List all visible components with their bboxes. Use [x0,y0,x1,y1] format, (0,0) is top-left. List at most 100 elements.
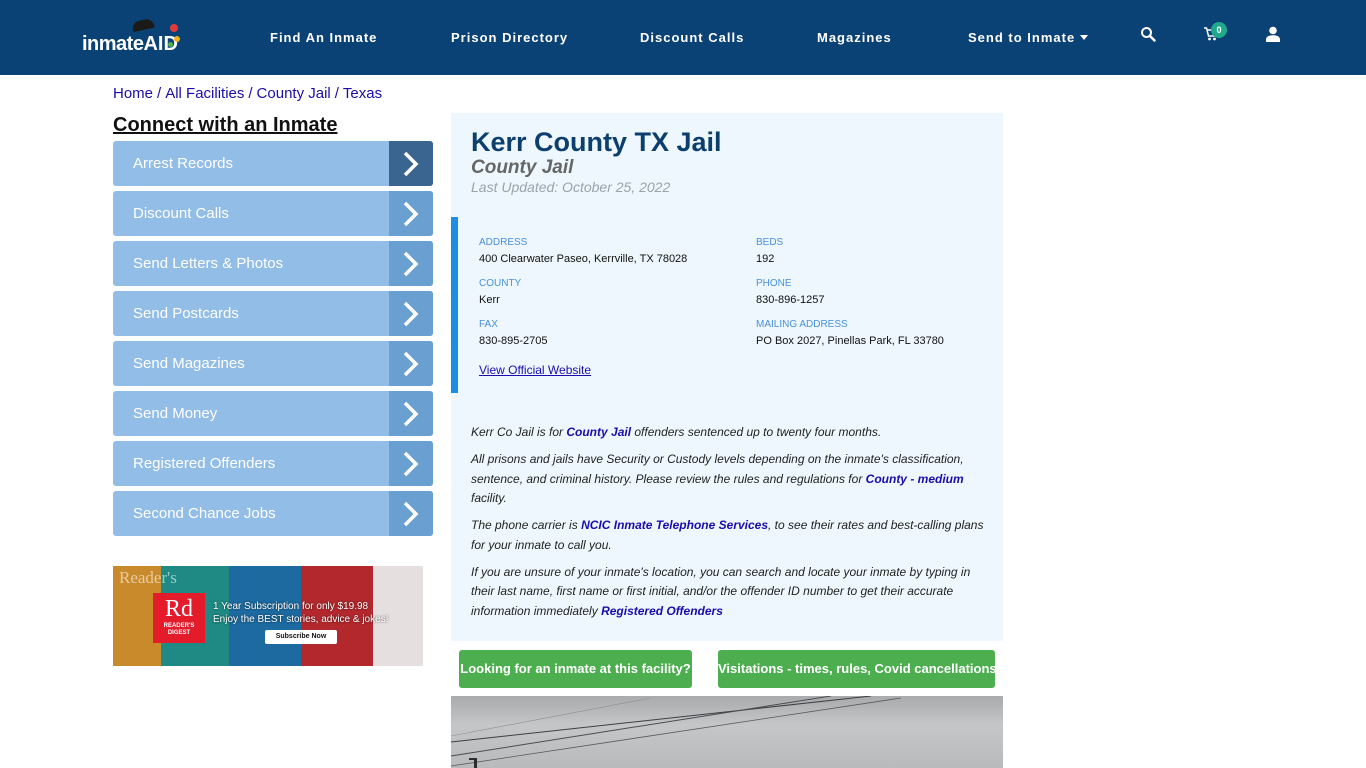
nav-magazines[interactable]: Magazines [817,30,892,46]
view-official-website-link[interactable]: View Official Website [479,363,591,377]
logo-decoration [174,36,180,42]
nav-send-to-inmate-label: Send to Inmate [968,30,1076,45]
rd-name: READER'S DIGEST [163,623,195,636]
user-icon[interactable] [1266,26,1288,48]
sidebar-item-label: Registered Offenders [133,455,276,472]
facility-title: Kerr County TX Jail [471,127,722,157]
subscribe-now-button[interactable]: Subscribe Now [265,630,337,644]
search-icon[interactable] [1140,26,1162,48]
chevron-right-icon [389,391,433,436]
ad-masthead: Reader's [119,568,177,587]
breadcrumb-county-jail[interactable]: County Jail [257,85,331,102]
cart-count-badge: 0 [1211,22,1227,38]
nav-find-an-inmate[interactable]: Find An Inmate [270,30,377,46]
chevron-right-icon [389,141,433,186]
facility-info-box: ADDRESS 400 Clearwater Paseo, Kerrville,… [451,217,1003,393]
mailing-address-value: PO Box 2027, Pinellas Park, FL 33780 [756,335,944,347]
county-medium-link[interactable]: County - medium [866,472,964,486]
sidebar-item-discount-calls[interactable]: Discount Calls [113,191,433,236]
ad-tagline: Enjoy the BEST stories, advice & jokes! [213,614,389,625]
graduation-hat-icon [131,17,155,33]
sidebar-item-label: Send Money [133,405,218,422]
sidebar-item-label: Send Magazines [133,355,245,372]
nav-prison-directory[interactable]: Prison Directory [451,30,568,46]
phone-label: PHONE [756,278,792,289]
beds-field: BEDS 192 [756,237,783,266]
sidebar-item-send-money[interactable]: Send Money [113,391,433,436]
breadcrumb-texas[interactable]: Texas [343,85,382,102]
address-field: ADDRESS 400 Clearwater Paseo, Kerrville,… [479,237,687,266]
logo-decoration [170,24,178,32]
description-paragraph: The phone carrier is NCIC Inmate Telepho… [471,516,989,555]
facility-photo [451,696,1003,768]
logo-decoration [168,42,173,47]
breadcrumb-separator: / [157,85,162,102]
text: facility. [471,491,507,505]
caret-down-icon [1080,35,1089,41]
breadcrumb-home[interactable]: Home [113,85,153,102]
phone-field: PHONE 830-896-1257 [756,278,825,307]
readers-digest-logo: Rd READER'S DIGEST [153,593,205,643]
breadcrumb-all-facilities[interactable]: All Facilities [165,85,244,102]
breadcrumb: Home / All Facilities / County Jail / Texas [113,85,382,103]
text: offenders sentenced up to twenty four mo… [631,425,882,439]
sidebar-item-label: Discount Calls [133,205,229,222]
facility-description: Kerr Co Jail is for County Jail offender… [471,423,989,629]
chevron-right-icon [389,291,433,336]
breadcrumb-separator: / [248,85,253,102]
description-paragraph: If you are unsure of your inmate's locat… [471,563,989,622]
nav-discount-calls[interactable]: Discount Calls [640,30,744,46]
sidebar-item-arrest-records[interactable]: Arrest Records [113,141,433,186]
sidebar-item-label: Second Chance Jobs [133,505,276,522]
beds-label: BEDS [756,237,784,248]
facility-card: Kerr County TX Jail County Jail Last Upd… [451,113,1003,641]
breadcrumb-separator: / [334,85,339,102]
last-updated: Last Updated: October 25, 2022 [471,179,671,195]
sidebar-item-send-magazines[interactable]: Send Magazines [113,341,433,386]
county-value: Kerr [479,294,500,306]
chevron-right-icon [389,191,433,236]
top-navigation-bar: inmate AID Find An Inmate Prison Directo… [0,0,1366,75]
chevron-right-icon [389,241,433,286]
find-inmate-at-facility-button[interactable]: Looking for an inmate at this facility? [459,650,692,688]
fax-field: FAX 830-895-2705 [479,319,548,348]
mailing-address-label: MAILING ADDRESS [756,319,848,330]
phone-value[interactable]: 830-896-1257 [756,293,825,307]
sidebar-item-label: Send Letters & Photos [133,255,284,272]
phone-carrier-link[interactable]: NCIC Inmate Telephone Services [581,518,768,532]
readers-digest-ad-banner[interactable]: Reader's Rd READER'S DIGEST 1 Year Subsc… [113,566,423,666]
power-lines-graphic [451,696,902,768]
ad-offer-line: 1 Year Subscription for only $19.98 [213,601,369,612]
county-field: COUNTY Kerr [479,278,521,307]
sidebar-menu: Arrest Records Discount Calls Send Lette… [113,141,433,541]
address-label: ADDRESS [479,237,528,248]
sidebar-item-send-letters-photos[interactable]: Send Letters & Photos [113,241,433,286]
beds-value: 192 [756,253,775,265]
fax-value: 830-895-2705 [479,335,548,347]
rd-mark: Rd [164,596,193,622]
nav-send-to-inmate[interactable]: Send to Inmate [968,30,1089,46]
sidebar-item-second-chance-jobs[interactable]: Second Chance Jobs [113,491,433,536]
sidebar-item-registered-offenders[interactable]: Registered Offenders [113,441,433,486]
site-logo[interactable]: inmate AID [82,17,180,56]
connect-with-inmate-heading: Connect with an Inmate [113,114,338,136]
county-label: COUNTY [479,278,522,289]
county-jail-link[interactable]: County Jail [566,425,631,439]
registered-offenders-link[interactable]: Registered Offenders [601,604,723,618]
mailing-address-field: MAILING ADDRESS PO Box 2027, Pinellas Pa… [756,319,944,348]
sidebar-item-send-postcards[interactable]: Send Postcards [113,291,433,336]
visitations-button[interactable]: Visitations - times, rules, Covid cancel… [718,650,997,688]
chevron-right-icon [389,341,433,386]
text: The phone carrier is [471,518,582,532]
text: Kerr Co Jail is for [471,425,567,439]
chevron-right-icon [389,441,433,486]
description-paragraph: All prisons and jails have Security or C… [471,450,989,509]
logo-text: inmate [82,33,144,55]
sidebar-item-label: Send Postcards [133,305,239,322]
address-value: 400 Clearwater Paseo, Kerrville, TX 7802… [479,253,688,265]
facility-type: County Jail [471,157,574,178]
description-paragraph: Kerr Co Jail is for County Jail offender… [471,423,989,443]
chevron-right-icon [389,491,433,536]
sidebar-item-label: Arrest Records [133,155,234,172]
fax-label: FAX [479,319,498,330]
